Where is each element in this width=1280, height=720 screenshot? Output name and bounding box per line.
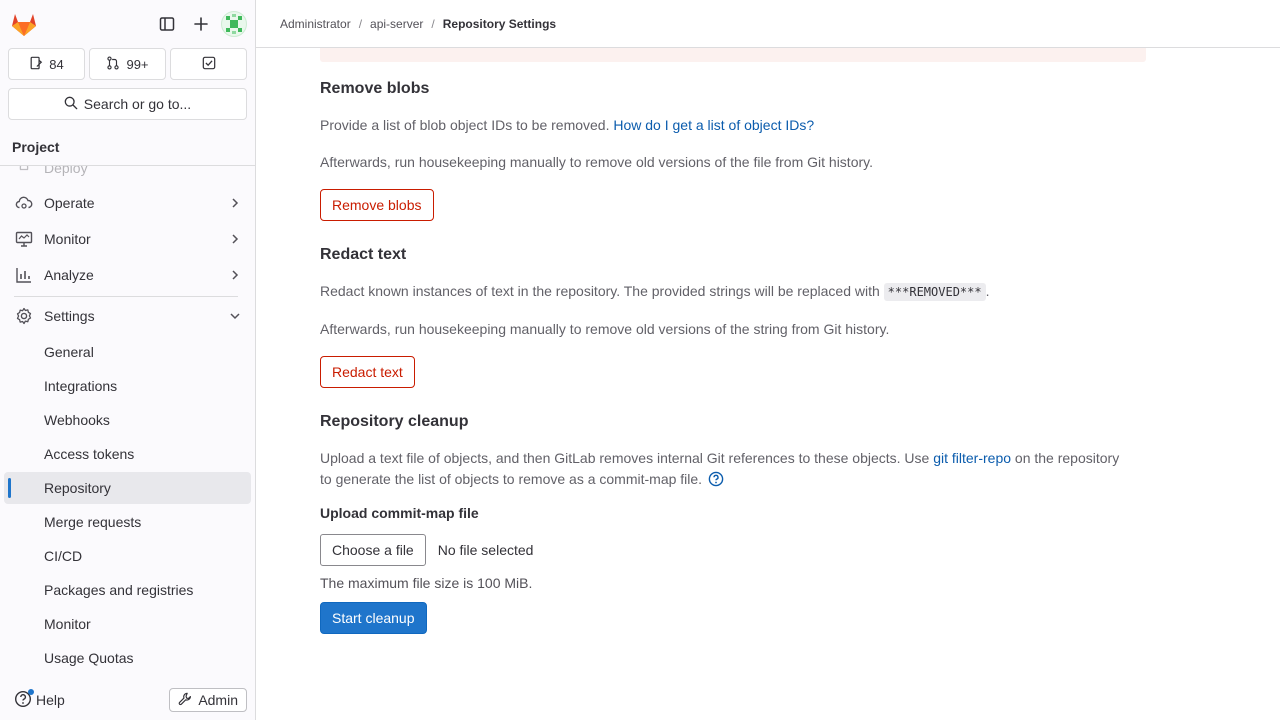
breadcrumb-separator: / (431, 16, 435, 31)
settings-item-access-tokens[interactable]: Access tokens (4, 438, 251, 470)
breadcrumb: Administrator / api-server / Repository … (256, 0, 1280, 48)
remove-blobs-description: Provide a list of blob object IDs to be … (320, 117, 815, 133)
settings-item-integrations[interactable]: Integrations (4, 370, 251, 402)
remove-blobs-afterwards: Afterwards, run housekeeping manually to… (320, 154, 873, 170)
chevron-down-icon (227, 308, 243, 324)
todos-counter[interactable] (170, 48, 247, 80)
rocket-icon (14, 166, 34, 178)
breadcrumb-item[interactable]: Administrator (280, 17, 351, 31)
sidebar-item-monitor[interactable]: Monitor (4, 223, 251, 255)
remove-blobs-title: Remove blobs (320, 80, 430, 97)
sidebar-item-label: Analyze (44, 267, 94, 283)
admin-label: Admin (198, 692, 238, 708)
upload-commit-map-label: Upload commit-map file (320, 505, 479, 521)
settings-item-monitor[interactable]: Monitor (4, 608, 251, 640)
search-icon (64, 96, 78, 113)
chevron-right-icon (227, 195, 243, 211)
chevron-right-icon (227, 267, 243, 283)
choose-file-button[interactable]: Choose a file (320, 534, 426, 566)
admin-button[interactable]: Admin (169, 688, 247, 712)
merge-request-icon (106, 55, 120, 73)
search-label: Search or go to... (83, 96, 192, 112)
sidebar-item-settings[interactable]: Settings (4, 300, 251, 332)
cloud-gear-icon (14, 193, 34, 213)
notification-dot (28, 688, 34, 695)
sidebar-footer: Help Admin (0, 680, 255, 720)
sidebar-divider (14, 296, 238, 297)
breadcrumb-current[interactable]: Repository Settings (443, 17, 556, 31)
merge-requests-count: 99+ (126, 56, 149, 72)
object-ids-help-link[interactable]: How do I get a list of object IDs? (613, 117, 814, 133)
settings-item-webhooks[interactable]: Webhooks (4, 404, 251, 436)
sidebar-item-deploy[interactable]: Deploy (4, 166, 251, 184)
sidebar-section-title: Project (0, 128, 255, 166)
file-status: No file selected (437, 542, 534, 558)
remove-blobs-button[interactable]: Remove blobs (320, 189, 434, 221)
monitor-icon (14, 229, 34, 249)
merge-requests-counter[interactable]: 99+ (89, 48, 166, 80)
settings-item-ci-cd[interactable]: CI/CD (4, 540, 251, 572)
plus-icon[interactable] (187, 10, 215, 38)
issues-count: 84 (49, 56, 64, 72)
sidebar-item-analyze[interactable]: Analyze (4, 259, 251, 291)
avatar[interactable] (221, 11, 247, 37)
git-filter-repo-link[interactable]: git filter-repo (933, 450, 1011, 466)
help-label: Help (36, 692, 65, 708)
sidebar-header (0, 0, 255, 48)
redact-text-afterwards: Afterwards, run housekeeping manually to… (320, 321, 890, 337)
main-content: Remove blobs Provide a list of blob obje… (256, 48, 1280, 720)
removed-placeholder-code: ***REMOVED*** (883, 283, 986, 301)
gear-icon (14, 306, 34, 326)
breadcrumb-item[interactable]: api-server (370, 17, 423, 31)
todo-icon (202, 56, 216, 73)
sidebar-item-label: Settings (44, 308, 95, 324)
max-file-size-note: The maximum file size is 100 MiB. (320, 575, 533, 591)
sidebar-item-label: Monitor (44, 231, 91, 247)
sidebar-item-label: Operate (44, 195, 95, 211)
sidebar-nav: Deploy Operate Monitor Analyze Settings … (0, 166, 255, 682)
repository-cleanup-title: Repository cleanup (320, 413, 469, 430)
settings-item-repository[interactable]: Repository (4, 472, 251, 504)
settings-item-general[interactable]: General (4, 336, 251, 368)
wrench-icon (178, 692, 192, 709)
chevron-right-icon (227, 231, 243, 247)
file-upload: Choose a file No file selected (320, 534, 533, 566)
danger-alert-bottom (320, 48, 1146, 62)
breadcrumb-separator: / (358, 16, 363, 31)
redact-text-title: Redact text (320, 246, 407, 263)
sidebar-item-operate[interactable]: Operate (4, 187, 251, 219)
sidebar: 84 99+ Search or go to... Project Deploy (0, 0, 256, 720)
settings-item-usage-quotas[interactable]: Usage Quotas (4, 642, 251, 674)
help-button[interactable]: Help (14, 688, 65, 711)
start-cleanup-button[interactable]: Start cleanup (320, 602, 427, 634)
issues-icon (29, 56, 43, 73)
repository-cleanup-description: Upload a text file of objects, and then … (320, 450, 1120, 487)
chart-icon (14, 265, 34, 285)
toggle-sidebar-icon[interactable] (153, 10, 181, 38)
help-circle-icon[interactable] (708, 471, 724, 487)
settings-item-packages-registries[interactable]: Packages and registries (4, 574, 251, 606)
sidebar-item-label: Deploy (44, 166, 88, 176)
gitlab-logo-icon[interactable] (10, 10, 38, 38)
redact-text-description: Redact known instances of text in the re… (320, 283, 990, 301)
redact-text-button[interactable]: Redact text (320, 356, 415, 388)
search-button[interactable]: Search or go to... (8, 88, 247, 120)
settings-item-merge-requests[interactable]: Merge requests (4, 506, 251, 538)
issues-counter[interactable]: 84 (8, 48, 85, 80)
